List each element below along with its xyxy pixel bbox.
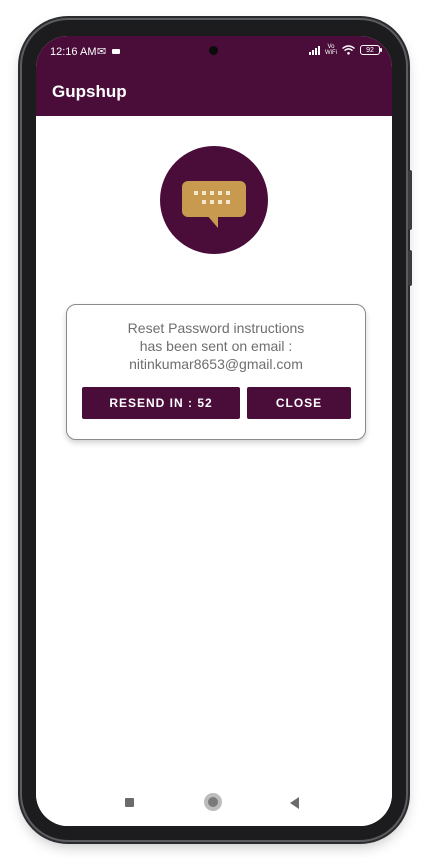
message-line-1: Reset Password instructions (127, 320, 305, 336)
wifi-icon (342, 45, 355, 55)
dialog-message: Reset Password instructions has been sen… (67, 319, 365, 373)
app-logo (160, 146, 268, 254)
vowifi-icon: Vo WiFi (325, 44, 337, 56)
status-time: 12:16 AM (50, 46, 97, 58)
status-bar: 12:16 AM ✉ Vo WiFi 92 (36, 36, 392, 66)
gmail-icon: ✉ (97, 46, 107, 58)
signal-bars-icon (309, 45, 320, 55)
power-button (408, 250, 412, 286)
status-icons: Vo WiFi 92 (309, 44, 382, 56)
stage: 12:16 AM ✉ Vo WiFi 92 Gupshup Reset Pass… (0, 0, 426, 858)
chat-bubble-keyboard-icon (182, 181, 246, 217)
volume-button (408, 170, 412, 230)
system-nav-bar (36, 782, 392, 826)
message-email: nitinkumar8653@gmail.com (129, 356, 303, 372)
circle-home-icon[interactable] (204, 793, 222, 811)
resend-button[interactable]: RESEND IN : 52 (82, 387, 240, 419)
chat-bubble-tail (206, 214, 218, 228)
triangle-back-icon[interactable] (290, 797, 299, 809)
screen: 12:16 AM ✉ Vo WiFi 92 Gupshup Reset Pass… (36, 36, 392, 826)
keyboard-keys (194, 191, 234, 204)
message-line-2: has been sent on email : (139, 338, 293, 354)
phone-frame: 12:16 AM ✉ Vo WiFi 92 Gupshup Reset Pass… (22, 20, 412, 840)
video-camera-icon (112, 49, 120, 54)
battery-icon: 92 (360, 45, 382, 55)
app-title: Gupshup (52, 82, 127, 101)
app-bar: Gupshup (36, 66, 392, 116)
reset-password-dialog: Reset Password instructions has been sen… (66, 304, 366, 440)
front-camera (209, 46, 218, 55)
vowifi-bottom: WiFi (325, 50, 337, 56)
square-recents-icon[interactable] (125, 798, 134, 807)
close-button[interactable]: CLOSE (247, 387, 351, 419)
